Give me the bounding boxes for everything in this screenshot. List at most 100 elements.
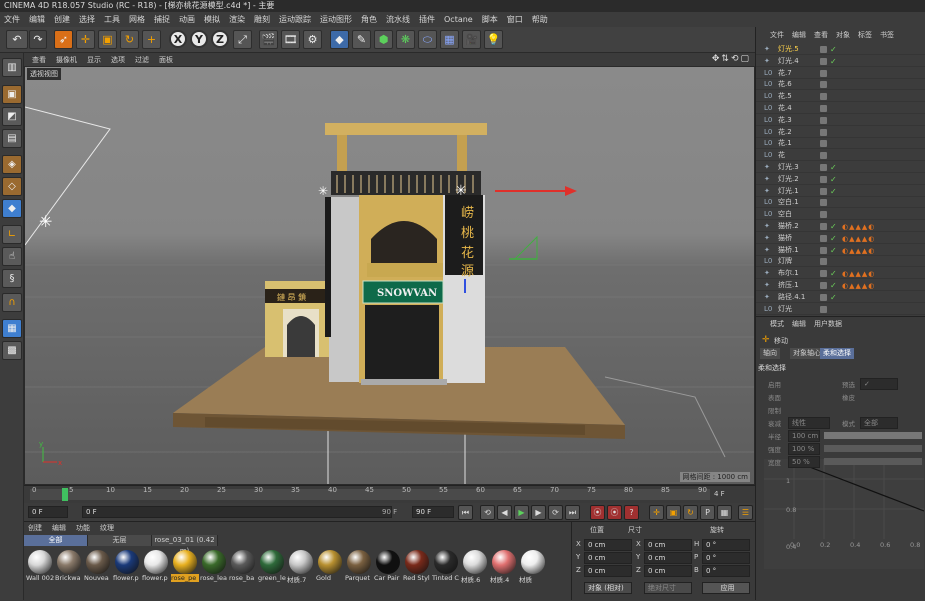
points-mode-icon[interactable]: ◈ — [2, 155, 22, 174]
render-view-icon[interactable]: 🎬 — [259, 30, 278, 49]
position-field[interactable]: 0 cm — [584, 539, 632, 551]
autokey-icon[interactable]: ⦿ — [607, 505, 622, 520]
menu-item[interactable]: 运动图形 — [320, 14, 352, 25]
end-frame-field[interactable]: 90 F — [412, 506, 454, 518]
attribute-menu-item[interactable]: 用户数据 — [814, 319, 842, 331]
attribute-menu-item[interactable]: 模式 — [770, 319, 784, 331]
key-pla-icon[interactable]: ▦ — [717, 505, 732, 520]
object-row[interactable]: L0 花.7 — [756, 68, 925, 79]
redo-icon[interactable]: ↷ — [29, 30, 47, 49]
menu-item[interactable]: 窗口 — [507, 14, 523, 25]
size-field[interactable]: 0 cm — [644, 539, 692, 551]
prev-frame-icon[interactable]: ◀ — [497, 505, 512, 520]
object-row[interactable]: ✦ 路径.4.1 ✓ — [756, 292, 925, 303]
visibility-toggle[interactable] — [820, 234, 827, 242]
enabled-check[interactable]: ✓ — [830, 56, 837, 67]
select-icon[interactable]: ➶ — [54, 30, 73, 49]
visibility-toggle[interactable] — [820, 187, 827, 195]
attribute-slider[interactable] — [824, 432, 922, 439]
material-swatch[interactable]: Tinted C — [432, 550, 460, 582]
visibility-toggle[interactable] — [820, 46, 827, 53]
render-picture-icon[interactable]: 🎞 — [281, 30, 300, 49]
attribute-value[interactable]: 100 % — [788, 443, 820, 455]
frame-range-slider[interactable]: 0 F — [82, 506, 392, 518]
material-swatch[interactable]: flower.p — [113, 550, 141, 582]
menu-item[interactable]: Octane — [444, 15, 473, 24]
material-swatch[interactable]: rose_pe — [171, 550, 199, 582]
object-row[interactable]: L0 花.3 — [756, 115, 925, 126]
subdivision-icon[interactable]: ⬢ — [374, 30, 393, 49]
menu-item[interactable]: 帮助 — [532, 14, 548, 25]
material-swatch[interactable]: Parquet — [345, 550, 373, 582]
enabled-check[interactable]: ✓ — [830, 174, 837, 185]
attribute-slider[interactable] — [824, 458, 922, 465]
visibility-toggle[interactable] — [820, 164, 827, 171]
visibility-toggle[interactable] — [820, 105, 827, 112]
camera-icon[interactable]: 🎥 — [462, 30, 481, 49]
playhead[interactable] — [62, 488, 68, 501]
timeline-menu-icon[interactable]: ☰ — [738, 505, 753, 520]
environment-icon[interactable]: ▦ — [440, 30, 459, 49]
material-swatch[interactable]: Red Styl — [403, 550, 431, 582]
visibility-toggle[interactable] — [820, 152, 827, 160]
move-icon[interactable]: ✛ — [76, 30, 95, 49]
enabled-check[interactable]: ✓ — [830, 280, 837, 291]
menu-item[interactable]: 捕捉 — [154, 14, 170, 25]
add-icon[interactable]: + — [142, 30, 161, 49]
menu-item[interactable]: 文件 — [4, 14, 20, 25]
enabled-check[interactable]: ✓ — [830, 245, 837, 256]
material-swatch[interactable]: Nouvea — [84, 550, 112, 582]
object-row[interactable]: ✦ 灯光.2 ✓ — [756, 174, 925, 185]
object-row[interactable]: ✦ 灯光.3 ✓ — [756, 162, 925, 173]
object-row[interactable]: ✦ 猫桥 ✓ ◐▲▲▲◐ — [756, 233, 925, 244]
material-swatch[interactable]: 材质.4 — [490, 550, 518, 584]
polygons-mode-icon[interactable]: ◆ — [2, 199, 22, 218]
visibility-toggle[interactable] — [820, 140, 827, 148]
menu-item[interactable]: 选择 — [79, 14, 95, 25]
menu-item[interactable]: 脚本 — [482, 14, 498, 25]
material-swatch[interactable]: green_le — [258, 550, 286, 582]
key-param-icon[interactable]: P — [700, 505, 715, 520]
visibility-toggle[interactable] — [820, 128, 827, 136]
object-row[interactable]: L0 灯光 — [756, 304, 925, 315]
model-mode-icon[interactable]: ▣ — [2, 85, 22, 104]
object-menu-item[interactable]: 书签 — [880, 30, 894, 42]
material-swatch[interactable]: flower.p — [142, 550, 170, 582]
menu-item[interactable]: 创建 — [54, 14, 70, 25]
pen-icon[interactable]: ✎ — [352, 30, 371, 49]
menu-item[interactable]: 动画 — [179, 14, 195, 25]
undo-icon[interactable]: ↶ — [6, 30, 28, 49]
keyframe-selection-icon[interactable]: ? — [624, 505, 639, 520]
viewport-menu-item[interactable]: 摄像机 — [56, 55, 77, 65]
object-menu-item[interactable]: 查看 — [814, 30, 828, 42]
goto-end-icon[interactable]: ⏭ — [565, 505, 580, 520]
record-icon[interactable]: ⦿ — [590, 505, 605, 520]
enabled-check[interactable]: ✓ — [830, 221, 837, 232]
object-row[interactable]: ✦ 猫桥.2 ✓ ◐▲▲▲◐ — [756, 221, 925, 232]
scale-icon[interactable]: ▣ — [98, 30, 117, 49]
attribute-value[interactable]: 100 cm — [788, 430, 820, 442]
planar-workplane-icon[interactable]: ▩ — [2, 341, 22, 360]
tweak-mode-icon[interactable]: ☝ — [2, 247, 22, 266]
snap-icon[interactable]: § — [2, 269, 22, 288]
menu-item[interactable]: 编辑 — [29, 14, 45, 25]
next-key-icon[interactable]: ⟳ — [548, 505, 563, 520]
object-menu-item[interactable]: 标签 — [858, 30, 872, 42]
axis-y-button[interactable]: Y — [190, 30, 208, 48]
viewport-menu-item[interactable]: 选项 — [111, 55, 125, 65]
falloff-graph[interactable] — [764, 459, 925, 569]
visibility-toggle[interactable] — [820, 211, 827, 219]
material-swatch[interactable]: Car Pair — [374, 550, 402, 582]
size-field[interactable]: 0 cm — [644, 565, 692, 577]
material-swatch[interactable]: rose_ba — [229, 550, 257, 582]
object-row[interactable]: L0 花.2 — [756, 127, 925, 138]
timeline[interactable]: 4 F 0 5 10 15 20 25 30 35 40 45 50 55 60 65 70 75 80 85 90 — [24, 485, 755, 503]
rotation-field[interactable]: 0 ° — [702, 565, 750, 577]
enabled-check[interactable]: ✓ — [830, 268, 837, 279]
object-row[interactable]: L0 灯牌 — [756, 256, 925, 268]
texture-mode-icon[interactable]: ◩ — [2, 107, 22, 126]
visibility-toggle[interactable] — [820, 305, 827, 313]
attribute-tab[interactable]: 轴向 — [760, 348, 780, 359]
material-swatch[interactable]: Wall 002 — [26, 550, 54, 582]
key-position-icon[interactable]: ✛ — [649, 505, 664, 520]
